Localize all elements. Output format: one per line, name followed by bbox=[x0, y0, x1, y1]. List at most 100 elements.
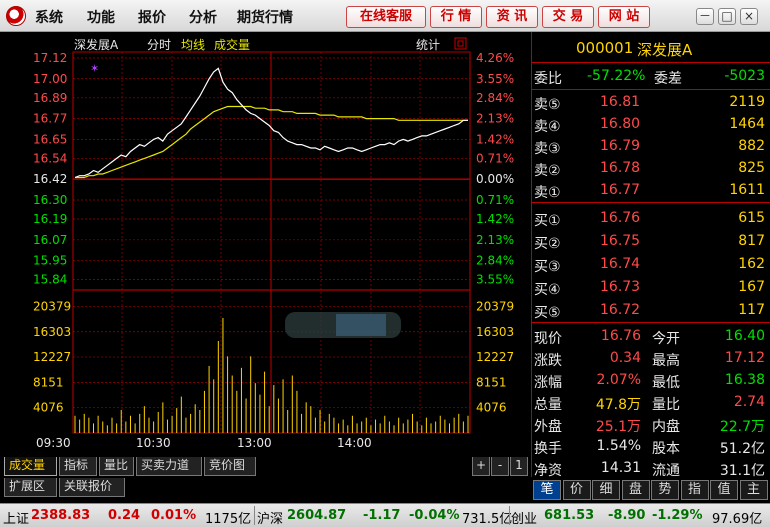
zoom-control-button[interactable]: + bbox=[472, 457, 490, 476]
indicator-tab[interactable]: 量比 bbox=[99, 457, 134, 476]
chart-stock-name: 深发展A bbox=[74, 37, 119, 52]
right-panel-tab[interactable]: 值 bbox=[710, 480, 738, 500]
pct-tick-label: 0.71% bbox=[476, 151, 514, 165]
sh-index-pct: 0.01% bbox=[151, 508, 197, 523]
ask-row[interactable]: 卖④ 16.80 1464 bbox=[532, 114, 770, 135]
indicator-tab[interactable]: 指标 bbox=[59, 457, 97, 476]
price-tick-label: 16.77 bbox=[33, 112, 67, 126]
order-price: 16.79 bbox=[600, 138, 641, 154]
order-price: 16.73 bbox=[600, 279, 641, 295]
bid-row[interactable]: 买② 16.75 817 bbox=[532, 231, 770, 252]
right-panel-tab[interactable]: 价 bbox=[562, 480, 591, 500]
volume-tick-label: 8151 bbox=[476, 375, 507, 389]
volume-tick-label: 4076 bbox=[476, 401, 507, 415]
order-volume: 615 bbox=[738, 210, 765, 226]
sh-index-value: 2388.83 bbox=[31, 508, 91, 523]
bid-row[interactable]: 买⑤ 16.72 117 bbox=[532, 300, 770, 321]
menu-system[interactable]: 系统 bbox=[35, 7, 63, 27]
menu-bar: 系统 功能 报价 分析 期货行情 在线客服 行 情 资 讯 交 易 网 站 － … bbox=[0, 0, 770, 32]
volume-tick-label: 20379 bbox=[476, 299, 514, 313]
minimize-icon[interactable]: － bbox=[696, 8, 714, 25]
quote-title: 000001 深发展A bbox=[532, 37, 770, 59]
menu-futures[interactable]: 期货行情 bbox=[237, 7, 293, 27]
quote-stat-row: 换手 1.54% 股本 51.2亿 bbox=[534, 438, 765, 457]
order-volume: 162 bbox=[738, 256, 765, 272]
right-panel-tab[interactable]: 势 bbox=[651, 480, 679, 500]
indicator-tab[interactable]: 成交量 bbox=[4, 457, 57, 476]
chart-mode-label[interactable]: 分时 bbox=[147, 38, 171, 52]
intraday-chart[interactable]: 17.12 4.26% 17.00 3.55% 16.89 2.84% 16.77 2.13%… bbox=[0, 32, 531, 453]
marker-icon: ✶ bbox=[90, 62, 99, 75]
volume-tick-label: 12227 bbox=[33, 350, 71, 364]
price-tick-label: 17.00 bbox=[33, 72, 67, 86]
ask-row[interactable]: 卖① 16.77 1611 bbox=[532, 180, 770, 201]
market-button[interactable]: 行 情 bbox=[430, 6, 482, 28]
ask-row[interactable]: 卖② 16.78 825 bbox=[532, 158, 770, 179]
order-price: 16.72 bbox=[600, 302, 641, 318]
volume-tick-label: 8151 bbox=[33, 375, 64, 389]
app-logo-icon bbox=[6, 6, 26, 26]
ask-row[interactable]: 卖③ 16.79 882 bbox=[532, 136, 770, 157]
menu-analysis[interactable]: 分析 bbox=[189, 7, 217, 27]
trade-button[interactable]: 交 易 bbox=[542, 6, 594, 28]
maximize-icon[interactable]: □ bbox=[718, 8, 736, 25]
close-icon[interactable]: × bbox=[740, 8, 758, 25]
extension-tab[interactable]: 扩展区 bbox=[4, 478, 57, 497]
bid-row[interactable]: 买① 16.76 615 bbox=[532, 208, 770, 229]
zoom-control-button[interactable]: - bbox=[491, 457, 509, 476]
quote-stat-row: 净资 14.31 流通 31.1亿 bbox=[534, 460, 765, 479]
right-panel-tab[interactable]: 细 bbox=[592, 480, 620, 500]
pct-tick-label: 3.55% bbox=[476, 72, 514, 86]
bid-row[interactable]: 买④ 16.73 167 bbox=[532, 277, 770, 298]
order-volume: 117 bbox=[738, 302, 765, 318]
quote-stat-row: 涨幅 2.07% 最低 16.38 bbox=[534, 372, 765, 391]
price-tick-label: 15.95 bbox=[33, 254, 67, 268]
time-tick-label: 13:00 bbox=[237, 436, 272, 450]
indicator-tab[interactable]: 竞价图 bbox=[204, 457, 256, 476]
pct-tick-label: 4.26% bbox=[476, 51, 514, 65]
order-price: 16.78 bbox=[600, 160, 641, 176]
ask-row[interactable]: 卖⑤ 16.81 2119 bbox=[532, 92, 770, 113]
right-panel-tab[interactable]: 笔 bbox=[533, 480, 561, 500]
menu-quote[interactable]: 报价 bbox=[138, 7, 166, 27]
order-price: 16.77 bbox=[600, 182, 641, 198]
cy-index-label: 创业 bbox=[511, 512, 538, 527]
hs-index-amount: 731.5亿 bbox=[462, 512, 513, 527]
price-tick-label: 16.19 bbox=[33, 212, 67, 226]
extension-tab[interactable]: 关联报价 bbox=[59, 478, 125, 497]
right-panel-tab[interactable]: 盘 bbox=[621, 480, 650, 500]
time-tick-label: 09:30 bbox=[36, 436, 71, 450]
sh-index-amount: 1175亿 bbox=[205, 512, 252, 527]
price-tick-label: 16.54 bbox=[33, 151, 67, 165]
right-panel-tab[interactable]: 主 bbox=[739, 480, 768, 500]
order-volume: 825 bbox=[738, 160, 765, 176]
sh-index-change: 0.24 bbox=[108, 508, 141, 523]
pct-tick-label: 2.84% bbox=[476, 254, 514, 268]
news-button[interactable]: 资 讯 bbox=[486, 6, 538, 28]
bid-row[interactable]: 买③ 16.74 162 bbox=[532, 254, 770, 275]
cy-index-change: -8.90 bbox=[608, 508, 646, 523]
order-price: 16.74 bbox=[600, 256, 641, 272]
quote-stat-row: 涨跌 0.34 最高 17.12 bbox=[534, 350, 765, 369]
pct-tick-label: 0.00% bbox=[476, 172, 514, 186]
volume-tick-label: 16303 bbox=[476, 325, 514, 339]
volume-tick-label: 16303 bbox=[33, 325, 71, 339]
cy-index-value: 681.53 bbox=[544, 508, 595, 523]
hs-index-label: 沪深 bbox=[257, 512, 284, 527]
stats-button[interactable]: 统计 bbox=[416, 38, 440, 52]
order-volume: 1611 bbox=[729, 182, 765, 198]
time-tick-label: 10:30 bbox=[136, 436, 171, 450]
order-price: 16.76 bbox=[600, 210, 641, 226]
menu-function[interactable]: 功能 bbox=[87, 7, 115, 27]
sh-index-label: 上证 bbox=[3, 512, 30, 527]
price-tick-label: 16.65 bbox=[33, 132, 67, 146]
quote-stat-row: 总量 47.8万 量比 2.74 bbox=[534, 394, 765, 413]
zoom-control-button[interactable]: 1 bbox=[510, 457, 528, 476]
right-panel-tab[interactable]: 指 bbox=[680, 480, 709, 500]
pct-tick-label: 2.13% bbox=[476, 233, 514, 247]
indicator-tab[interactable]: 买卖力道 bbox=[136, 457, 202, 476]
price-tick-label: 16.30 bbox=[33, 193, 67, 207]
website-button[interactable]: 网 站 bbox=[598, 6, 650, 28]
online-service-button[interactable]: 在线客服 bbox=[346, 6, 426, 28]
hs-index-pct: -0.04% bbox=[409, 508, 460, 523]
